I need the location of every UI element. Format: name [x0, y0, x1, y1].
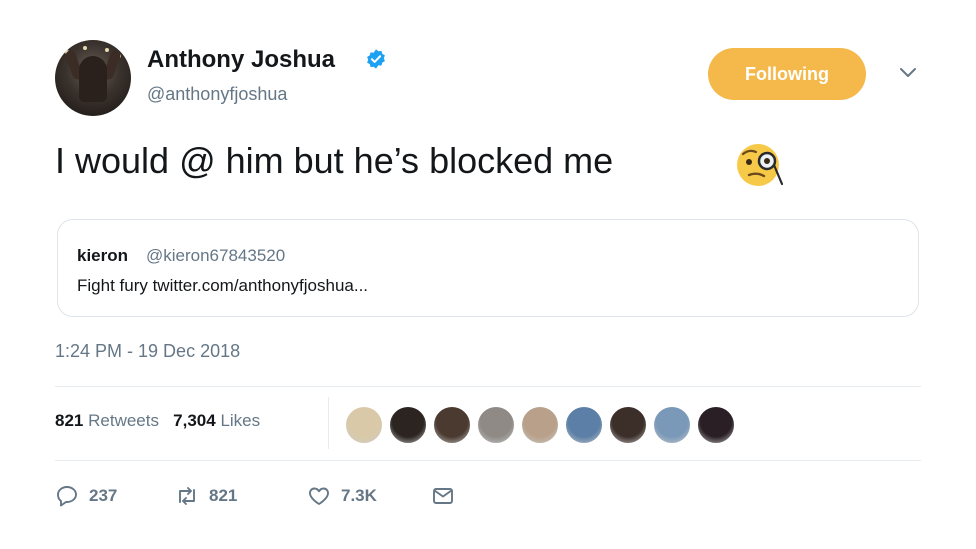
divider: [55, 386, 921, 387]
following-button[interactable]: Following: [708, 48, 866, 100]
liker-avatar[interactable]: [476, 405, 516, 445]
liker-avatar[interactable]: [520, 405, 560, 445]
author-name[interactable]: Anthony Joshua: [147, 46, 335, 74]
reply-count: 237: [89, 486, 118, 505]
likes-label: Likes: [220, 411, 261, 430]
heart-icon: [309, 487, 329, 505]
liker-avatar[interactable]: [344, 405, 384, 445]
chevron-down-icon[interactable]: [898, 66, 918, 80]
verified-badge-icon: [367, 49, 385, 69]
liker-avatar[interactable]: [432, 405, 472, 445]
direct-message-button[interactable]: [431, 480, 455, 512]
retweets-label: Retweets: [88, 411, 159, 430]
tweet-stats: 821 Retweets 7,304 Likes: [55, 411, 260, 431]
likes-count: 7,304: [173, 411, 216, 430]
envelope-icon: [433, 488, 453, 504]
liker-avatar[interactable]: [608, 405, 648, 445]
stats-separator: [328, 397, 329, 449]
likes-stat[interactable]: 7,304 Likes: [173, 411, 260, 430]
avatar-figure: [79, 56, 107, 102]
retweets-stat[interactable]: 821 Retweets: [55, 411, 164, 430]
liker-avatar[interactable]: [388, 405, 428, 445]
retweet-icon: [179, 487, 195, 505]
liker-avatar[interactable]: [564, 405, 604, 445]
face-with-monocle-emoji: [737, 144, 784, 186]
tweet-timestamp[interactable]: 1:24 PM - 19 Dec 2018: [55, 341, 240, 362]
author-avatar[interactable]: [55, 40, 131, 116]
quoted-author-name: kieron: [77, 246, 129, 265]
tweet-text: I would @ him but he’s blocked me: [55, 140, 614, 181]
quoted-tweet[interactable]: kieron @kieron67843520 Fight fury twitte…: [57, 219, 919, 317]
liker-avatar[interactable]: [652, 405, 692, 445]
reply-icon: [57, 486, 77, 507]
avatar-light: [105, 48, 109, 52]
like-count: 7.3K: [341, 486, 377, 505]
divider: [55, 460, 921, 461]
liker-avatar[interactable]: [696, 405, 736, 445]
quoted-tweet-text: Fight fury twitter.com/anthonyfjoshua...: [77, 276, 369, 295]
retweet-button[interactable]: 821: [175, 480, 237, 512]
retweets-count: 821: [55, 411, 84, 430]
like-button[interactable]: 7.3K: [307, 480, 377, 512]
reply-button[interactable]: 237: [55, 480, 117, 512]
author-handle[interactable]: @anthonyfjoshua: [147, 84, 287, 105]
retweet-count: 821: [209, 486, 238, 505]
avatar-light: [83, 46, 87, 50]
quoted-author-handle: @kieron67843520: [146, 246, 286, 265]
